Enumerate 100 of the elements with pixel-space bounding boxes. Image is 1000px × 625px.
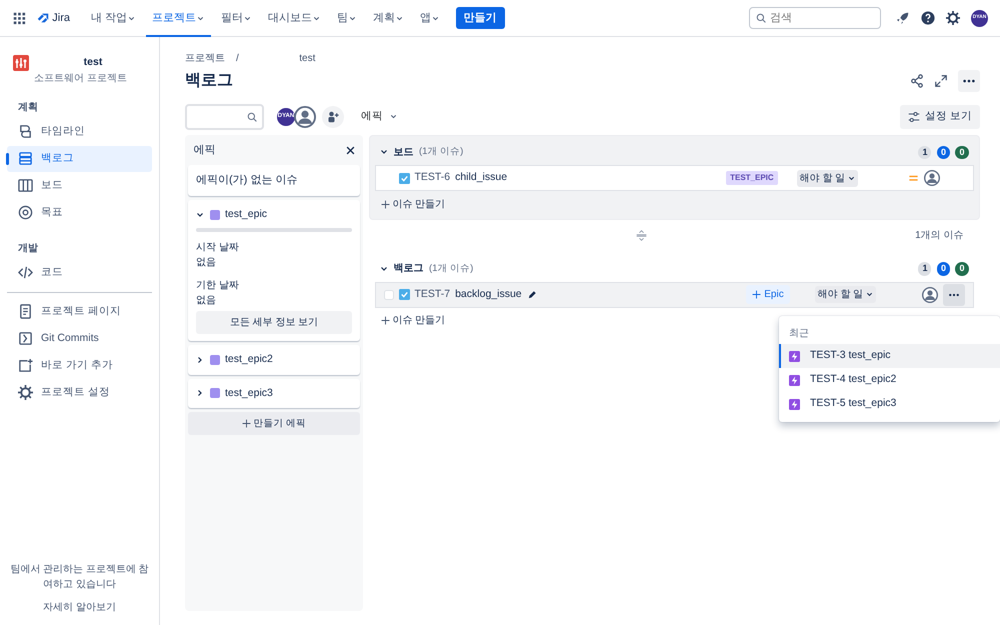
sidebar-item[interactable]: 바로 가기 추가: [7, 352, 152, 379]
breadcrumb-separator: /: [236, 52, 239, 66]
chevron-down-icon[interactable]: [380, 148, 388, 156]
sidebar-item[interactable]: Git Commits: [7, 326, 152, 352]
nav-menu[interactable]: 프로젝트: [146, 0, 212, 36]
footer-text: 팀에서 관리하는 프로젝트에 참여하고 있습니다: [9, 563, 150, 592]
settings-icon[interactable]: [946, 11, 960, 25]
field-label: 기한 날짜: [196, 279, 240, 293]
search-field[interactable]: 검색: [749, 7, 881, 29]
chevron-right-icon[interactable]: [196, 389, 204, 398]
sidebar-item[interactable]: 목표: [7, 200, 152, 226]
search-field[interactable]: [185, 104, 264, 130]
issue-summary[interactable]: backlog_issue: [455, 286, 522, 302]
status-count: 1: [918, 262, 932, 276]
epic-card[interactable]: test_epic2: [188, 344, 360, 374]
sidebar-item[interactable]: 프로젝트 페이지: [7, 298, 152, 325]
epic-icon: [789, 350, 800, 362]
status-count: 0: [936, 262, 950, 276]
user-avatar-icon[interactable]: [294, 106, 316, 128]
sidebar-item[interactable]: 타임라인: [7, 118, 152, 145]
breadcrumb-link[interactable]: test: [299, 51, 316, 66]
create-button[interactable]: 만들기: [456, 6, 505, 30]
product-name[interactable]: Jira: [52, 10, 70, 26]
expand-icon[interactable]: [935, 74, 947, 87]
rocket-icon[interactable]: [896, 11, 910, 25]
status-count: 0: [955, 262, 968, 276]
share-icon[interactable]: [910, 74, 924, 88]
help-icon[interactable]: [921, 11, 935, 25]
issue-row[interactable]: TEST-6 child_issue TEST_EPIC 해야 할 일: [374, 165, 974, 191]
issue-summary[interactable]: child_issue: [455, 170, 508, 186]
view-settings-button[interactable]: 설정 보기: [900, 104, 980, 129]
sidebar-item[interactable]: 프로젝트 설정: [7, 380, 152, 406]
nav-menu[interactable]: 앱: [414, 0, 446, 36]
nav-menu[interactable]: 팀: [331, 0, 364, 36]
app-switcher-icon[interactable]: [12, 11, 26, 25]
issue-key[interactable]: TEST-6: [414, 170, 450, 186]
epic-name: test_epic2: [225, 352, 273, 367]
chevron-right-icon[interactable]: [196, 356, 204, 364]
select-checkbox[interactable]: [384, 290, 394, 300]
assignee-icon[interactable]: [922, 286, 938, 302]
chevron-down-icon: [866, 291, 873, 298]
sprint-issue-count: (1개 이슈): [429, 262, 474, 276]
issue-key[interactable]: TEST-7: [414, 286, 450, 302]
timeline-icon: [18, 124, 33, 140]
status-dropdown[interactable]: 해야 할 일: [814, 286, 876, 303]
edit-icon[interactable]: [526, 290, 537, 300]
sliders-icon: [908, 110, 920, 123]
epic-name: test_epic3: [225, 386, 273, 400]
nav-menu[interactable]: 대시보드: [262, 0, 328, 36]
issue-row[interactable]: TEST-7 backlog_issue Epic 해야 할 일: [374, 282, 974, 308]
menu-item[interactable]: TEST-3 test_epic: [779, 344, 1000, 368]
create-epic-button[interactable]: 만들기 에픽: [188, 412, 360, 436]
nav-menu[interactable]: 필터: [215, 0, 258, 36]
epic-label[interactable]: TEST_EPIC: [726, 171, 778, 185]
project-icon: [12, 55, 28, 71]
search-icon: [756, 13, 766, 23]
commit-icon: [18, 331, 33, 346]
chevron-down-icon[interactable]: [196, 210, 204, 219]
plus-icon: [380, 200, 390, 209]
epic-filter[interactable]: 에픽: [354, 105, 404, 128]
add-epic-button[interactable]: Epic: [746, 285, 790, 304]
status-count: 1: [918, 146, 932, 159]
menu-item[interactable]: TEST-4 test_epic2: [779, 368, 1000, 392]
epic-card[interactable]: test_epic 시작 날짜 없음 기한 날짜 없음 모든 세부 정보 보기: [188, 200, 360, 341]
menu-item[interactable]: TEST-5 test_epic3: [779, 392, 1000, 416]
epic-card[interactable]: test_epic3: [188, 378, 360, 408]
project-name: test: [82, 55, 104, 70]
chevron-down-icon[interactable]: [380, 264, 388, 273]
epic-icon: [789, 398, 800, 410]
epic-name: test_epic: [225, 206, 268, 222]
code-icon: [18, 265, 33, 280]
add-people-button[interactable]: [322, 106, 344, 128]
plus-icon: [380, 316, 390, 326]
no-epic-item[interactable]: 에픽이(가) 없는 이슈: [188, 165, 360, 196]
search-icon: [247, 112, 257, 122]
board-icon: [18, 178, 33, 194]
sidebar-item[interactable]: 코드: [7, 260, 152, 286]
assignee-icon[interactable]: [924, 170, 940, 186]
sidebar-item[interactable]: 보드: [7, 172, 152, 199]
settings-icon: [18, 385, 33, 400]
view-details-button[interactable]: 모든 세부 정보 보기: [196, 310, 352, 334]
field-label: 시작 날짜: [196, 241, 240, 255]
create-issue-button[interactable]: 이슈 만들기: [374, 310, 452, 332]
sprint-name: 보드: [394, 146, 414, 160]
create-issue-button[interactable]: 이슈 만들기: [374, 194, 452, 215]
section-heading: 계획: [18, 100, 39, 115]
logo-icon: [36, 11, 50, 25]
status-dropdown[interactable]: 해야 할 일: [796, 170, 858, 186]
breadcrumb-link[interactable]: 프로젝트: [185, 51, 225, 66]
panel-title: 에픽: [194, 143, 216, 158]
close-icon[interactable]: [346, 146, 354, 155]
sidebar-item[interactable]: 백로그: [7, 146, 152, 172]
more-button[interactable]: [958, 70, 980, 92]
resize-handle-icon[interactable]: [636, 230, 648, 242]
epic-icon: [789, 374, 800, 386]
nav-menu[interactable]: 내 작업: [84, 0, 142, 36]
backlog-icon: [18, 151, 33, 166]
learn-more-link[interactable]: 자세히 알아보기: [7, 600, 152, 615]
task-icon: [398, 172, 410, 184]
nav-menu[interactable]: 계획: [367, 0, 410, 36]
